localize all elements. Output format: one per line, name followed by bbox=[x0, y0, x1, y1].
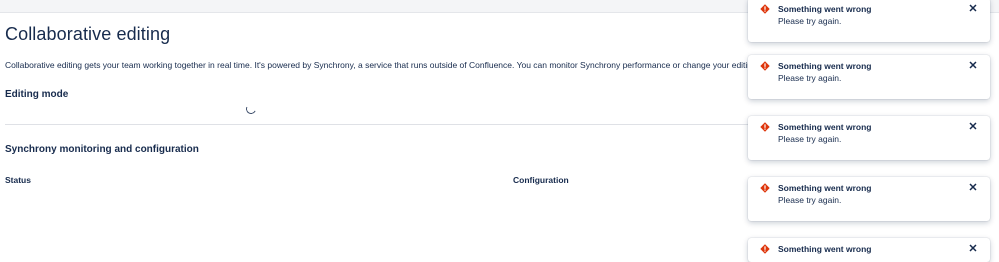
flag-message: Please try again. bbox=[778, 134, 842, 144]
flag-title: Something went wrong bbox=[778, 61, 872, 71]
error-icon bbox=[760, 183, 770, 193]
error-flag: Something went wrong ✕ bbox=[748, 238, 990, 262]
loading-spinner-icon bbox=[244, 102, 258, 116]
error-flag: Something went wrong Please try again. ✕ bbox=[748, 0, 990, 42]
close-icon[interactable]: ✕ bbox=[967, 182, 979, 194]
status-label: Status bbox=[5, 175, 31, 185]
synchrony-heading: Synchrony monitoring and configuration bbox=[5, 144, 199, 155]
flag-title: Something went wrong bbox=[778, 244, 872, 254]
error-icon bbox=[760, 61, 770, 71]
page-description: Collaborative editing gets your team wor… bbox=[5, 60, 757, 70]
close-icon[interactable]: ✕ bbox=[967, 121, 979, 133]
flag-message: Please try again. bbox=[778, 73, 842, 83]
editing-mode-heading: Editing mode bbox=[5, 89, 69, 100]
error-icon bbox=[760, 244, 770, 254]
close-icon[interactable]: ✕ bbox=[967, 3, 979, 15]
flag-title: Something went wrong bbox=[778, 183, 872, 193]
close-icon[interactable]: ✕ bbox=[967, 60, 979, 72]
error-flag: Something went wrong Please try again. ✕ bbox=[748, 116, 990, 160]
flag-title: Something went wrong bbox=[778, 122, 872, 132]
error-flag: Something went wrong Please try again. ✕ bbox=[748, 55, 990, 99]
flag-message: Please try again. bbox=[778, 195, 842, 205]
flag-title: Something went wrong bbox=[778, 4, 872, 14]
page-title: Collaborative editing bbox=[5, 24, 171, 44]
error-icon bbox=[760, 122, 770, 132]
section-divider bbox=[5, 124, 785, 125]
close-icon[interactable]: ✕ bbox=[967, 243, 979, 255]
error-icon bbox=[760, 4, 770, 14]
configuration-label: Configuration bbox=[513, 175, 569, 185]
error-flag: Something went wrong Please try again. ✕ bbox=[748, 177, 990, 221]
flag-message: Please try again. bbox=[778, 16, 842, 26]
